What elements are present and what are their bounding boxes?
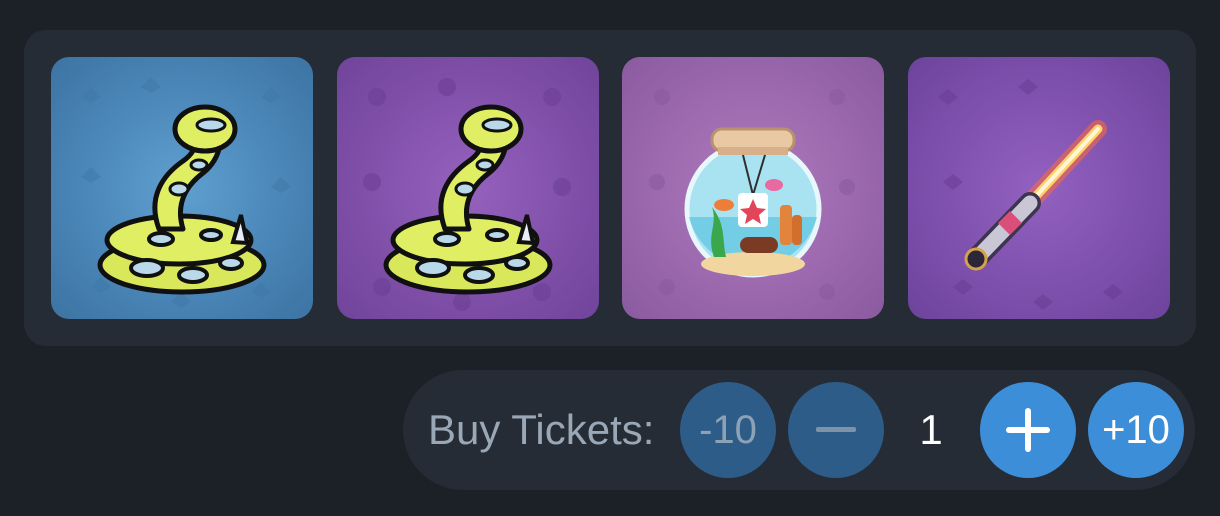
- ticket-quantity: 1: [919, 406, 943, 453]
- plus-ten-label: +10: [1102, 407, 1170, 452]
- lightsaber-icon: [938, 79, 1123, 310]
- fishbowl-icon: [649, 89, 855, 300]
- minus-ten-button[interactable]: -10: [680, 382, 776, 478]
- prize-card-fishbowl[interactable]: [622, 57, 884, 319]
- minus-icon: [816, 427, 856, 432]
- buy-tickets-label: Buy Tickets:: [428, 406, 655, 453]
- plus-ten-button[interactable]: +10: [1088, 382, 1184, 478]
- snake-icon: [81, 77, 291, 308]
- minus-ten-label: -10: [699, 407, 757, 452]
- prize-card-snake-purple[interactable]: [337, 57, 599, 319]
- prize-panel: [24, 30, 1196, 346]
- prize-card-lightsaber[interactable]: [908, 57, 1170, 319]
- snake-icon: [363, 78, 571, 311]
- plus-button[interactable]: [980, 382, 1076, 478]
- plus-icon: [1006, 408, 1050, 452]
- minus-button[interactable]: [788, 382, 884, 478]
- ticket-purchase-bar: Buy Tickets: -10 1 +10: [403, 370, 1195, 490]
- prize-card-snake-blue[interactable]: [51, 57, 313, 319]
